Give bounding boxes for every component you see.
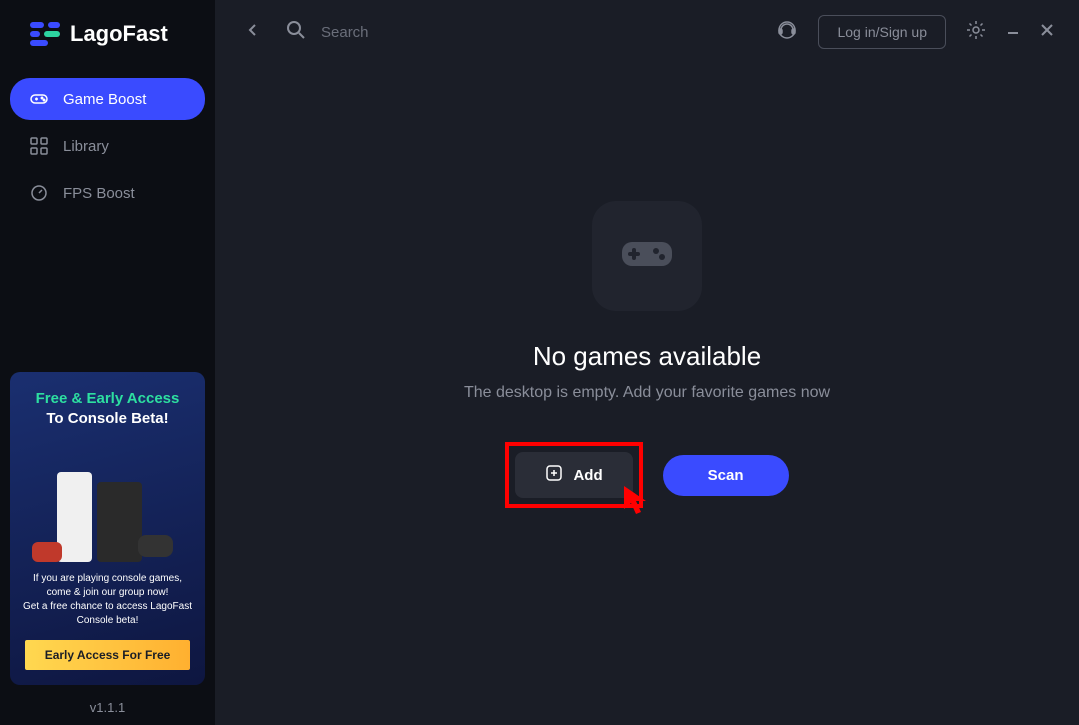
login-button[interactable]: Log in/Sign up <box>818 15 946 49</box>
sidebar-item-label: Game Boost <box>63 91 146 108</box>
close-button[interactable] <box>1040 23 1054 42</box>
support-icon[interactable] <box>776 19 798 46</box>
action-buttons: Add Scan <box>505 442 788 508</box>
sidebar-item-library[interactable]: Library <box>10 125 205 167</box>
app-name: LagoFast <box>70 21 168 47</box>
search-container <box>286 20 756 45</box>
add-button-highlight: Add <box>505 442 642 508</box>
empty-subtitle: The desktop is empty. Add your favorite … <box>464 384 830 402</box>
sidebar: LagoFast Game Boost <box>0 0 215 725</box>
search-icon <box>286 20 306 45</box>
main-area: Log in/Sign up <box>215 0 1079 725</box>
back-button[interactable] <box>240 17 266 48</box>
logo-icon <box>30 20 60 48</box>
sidebar-item-label: Library <box>63 138 109 155</box>
sidebar-item-game-boost[interactable]: Game Boost <box>10 78 205 120</box>
empty-state: No games available The desktop is empty.… <box>464 201 830 508</box>
window-controls <box>1006 23 1054 42</box>
topbar: Log in/Sign up <box>215 0 1079 64</box>
nav-menu: Game Boost Library FPS Boost <box>10 78 205 214</box>
empty-title: No games available <box>533 341 761 372</box>
promo-button[interactable]: Early Access For Free <box>25 640 191 670</box>
promo-card[interactable]: Free & Early Access To Console Beta! If … <box>10 372 205 685</box>
settings-icon[interactable] <box>966 20 986 45</box>
promo-title-1: Free & Early Access <box>22 390 193 407</box>
gamepad-placeholder <box>592 201 702 311</box>
scan-button[interactable]: Scan <box>663 455 789 496</box>
gamepad-large-icon <box>620 236 674 277</box>
cursor-annotation-icon <box>619 481 654 526</box>
promo-title-2: To Console Beta! <box>22 410 193 427</box>
logo: LagoFast <box>10 20 205 78</box>
sidebar-item-fps-boost[interactable]: FPS Boost <box>10 172 205 214</box>
promo-text: If you are playing console games, come &… <box>22 572 193 628</box>
add-button[interactable]: Add <box>515 452 632 498</box>
content: No games available The desktop is empty.… <box>215 64 1079 725</box>
minimize-button[interactable] <box>1006 23 1020 42</box>
sidebar-item-label: FPS Boost <box>63 185 135 202</box>
add-button-label: Add <box>573 467 602 484</box>
topbar-right: Log in/Sign up <box>776 15 1054 49</box>
speedometer-icon <box>30 184 48 202</box>
search-input[interactable] <box>321 24 756 41</box>
gamepad-icon <box>30 90 48 108</box>
grid-icon <box>30 137 48 155</box>
promo-image <box>22 442 193 562</box>
plus-icon <box>545 464 563 486</box>
version-label: v1.1.1 <box>10 700 205 715</box>
